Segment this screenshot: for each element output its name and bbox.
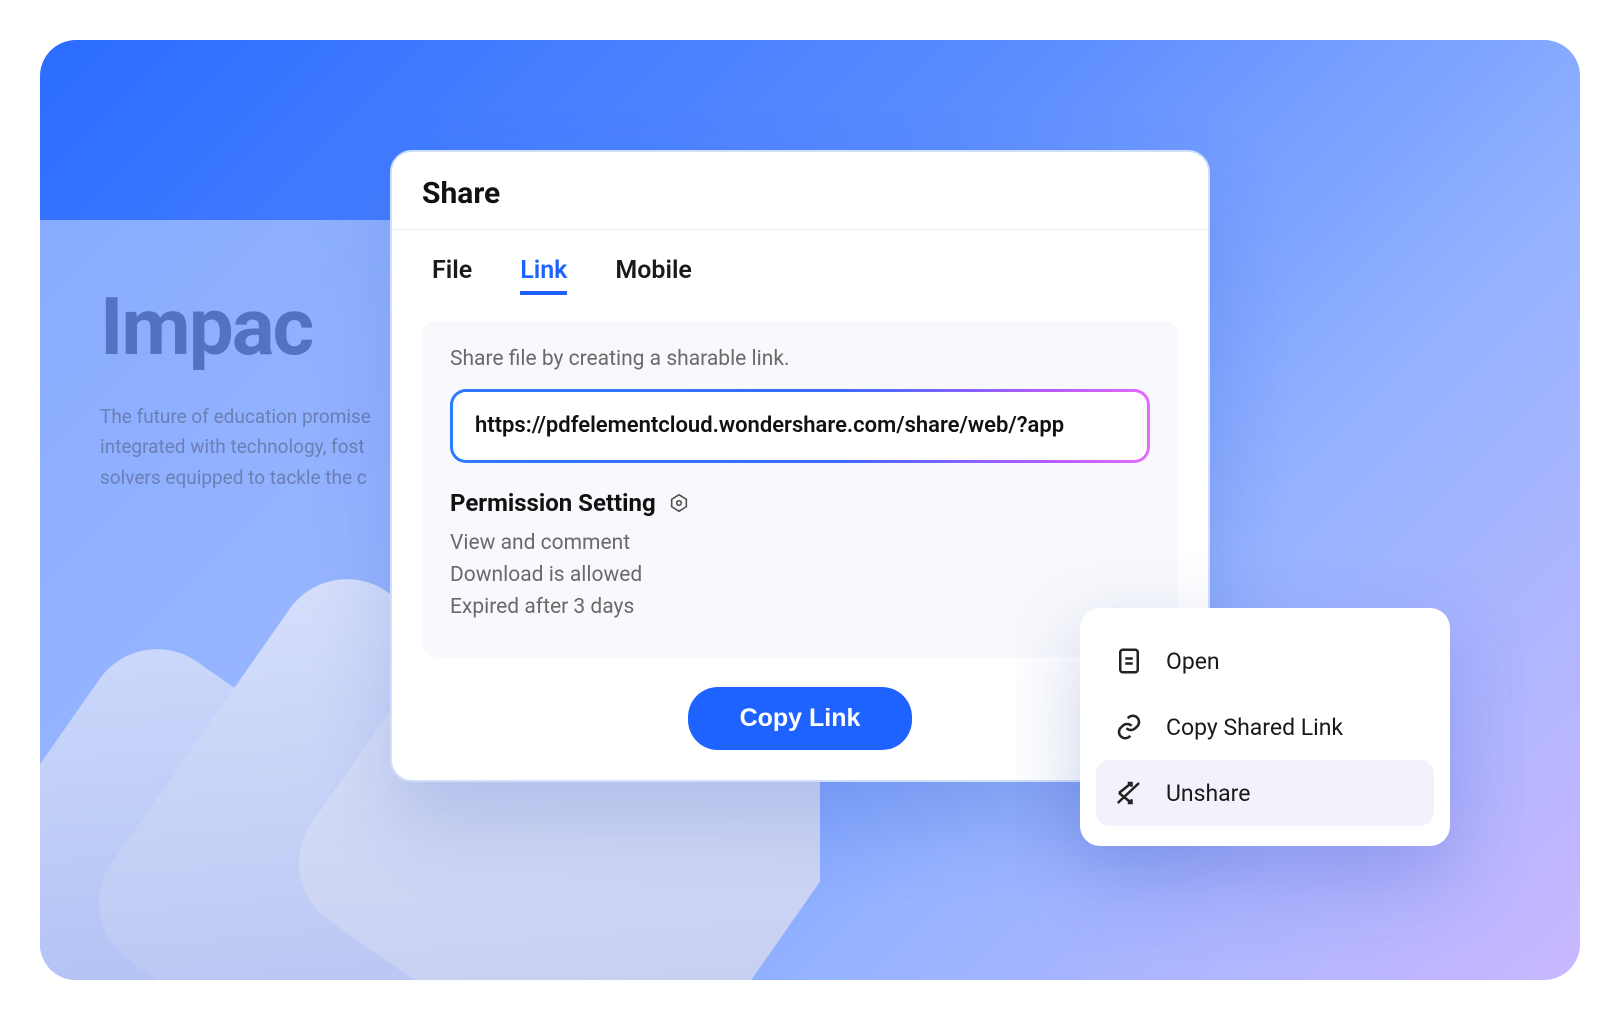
menu-item-label: Copy Shared Link <box>1166 714 1343 741</box>
dialog-header: Share <box>392 152 1208 230</box>
tab-file[interactable]: File <box>432 256 472 295</box>
dialog-title: Share <box>422 176 1178 211</box>
tab-link[interactable]: Link <box>520 256 567 295</box>
permission-header: Permission Setting <box>450 489 1150 517</box>
menu-item-unshare[interactable]: Unshare <box>1096 760 1434 826</box>
file-icon <box>1114 646 1144 676</box>
app-viewport: Impac The future of education promise in… <box>40 40 1580 980</box>
copy-link-button[interactable]: Copy Link <box>688 687 913 750</box>
permission-item-view: View and comment <box>450 531 1150 555</box>
permission-item-download: Download is allowed <box>450 563 1150 587</box>
unshare-icon <box>1114 778 1144 808</box>
panel-description: Share file by creating a sharable link. <box>450 347 1150 371</box>
context-menu: Open Copy Shared Link Unshare <box>1080 608 1450 846</box>
permission-list: View and comment Download is allowed Exp… <box>450 531 1150 619</box>
tab-mobile[interactable]: Mobile <box>615 256 692 295</box>
link-icon <box>1114 712 1144 742</box>
link-panel: Share file by creating a sharable link. … <box>422 321 1178 657</box>
share-link-field[interactable]: https://pdfelementcloud.wondershare.com/… <box>450 389 1150 463</box>
menu-item-copy-link[interactable]: Copy Shared Link <box>1096 694 1434 760</box>
settings-hex-icon <box>668 492 690 514</box>
menu-item-label: Unshare <box>1166 780 1250 807</box>
permission-item-expire: Expired after 3 days <box>450 595 1150 619</box>
share-link-text: https://pdfelementcloud.wondershare.com/… <box>453 392 1147 460</box>
permission-title: Permission Setting <box>450 489 656 517</box>
share-tabs: File Link Mobile <box>392 230 1208 295</box>
menu-item-label: Open <box>1166 648 1220 675</box>
menu-item-open[interactable]: Open <box>1096 628 1434 694</box>
